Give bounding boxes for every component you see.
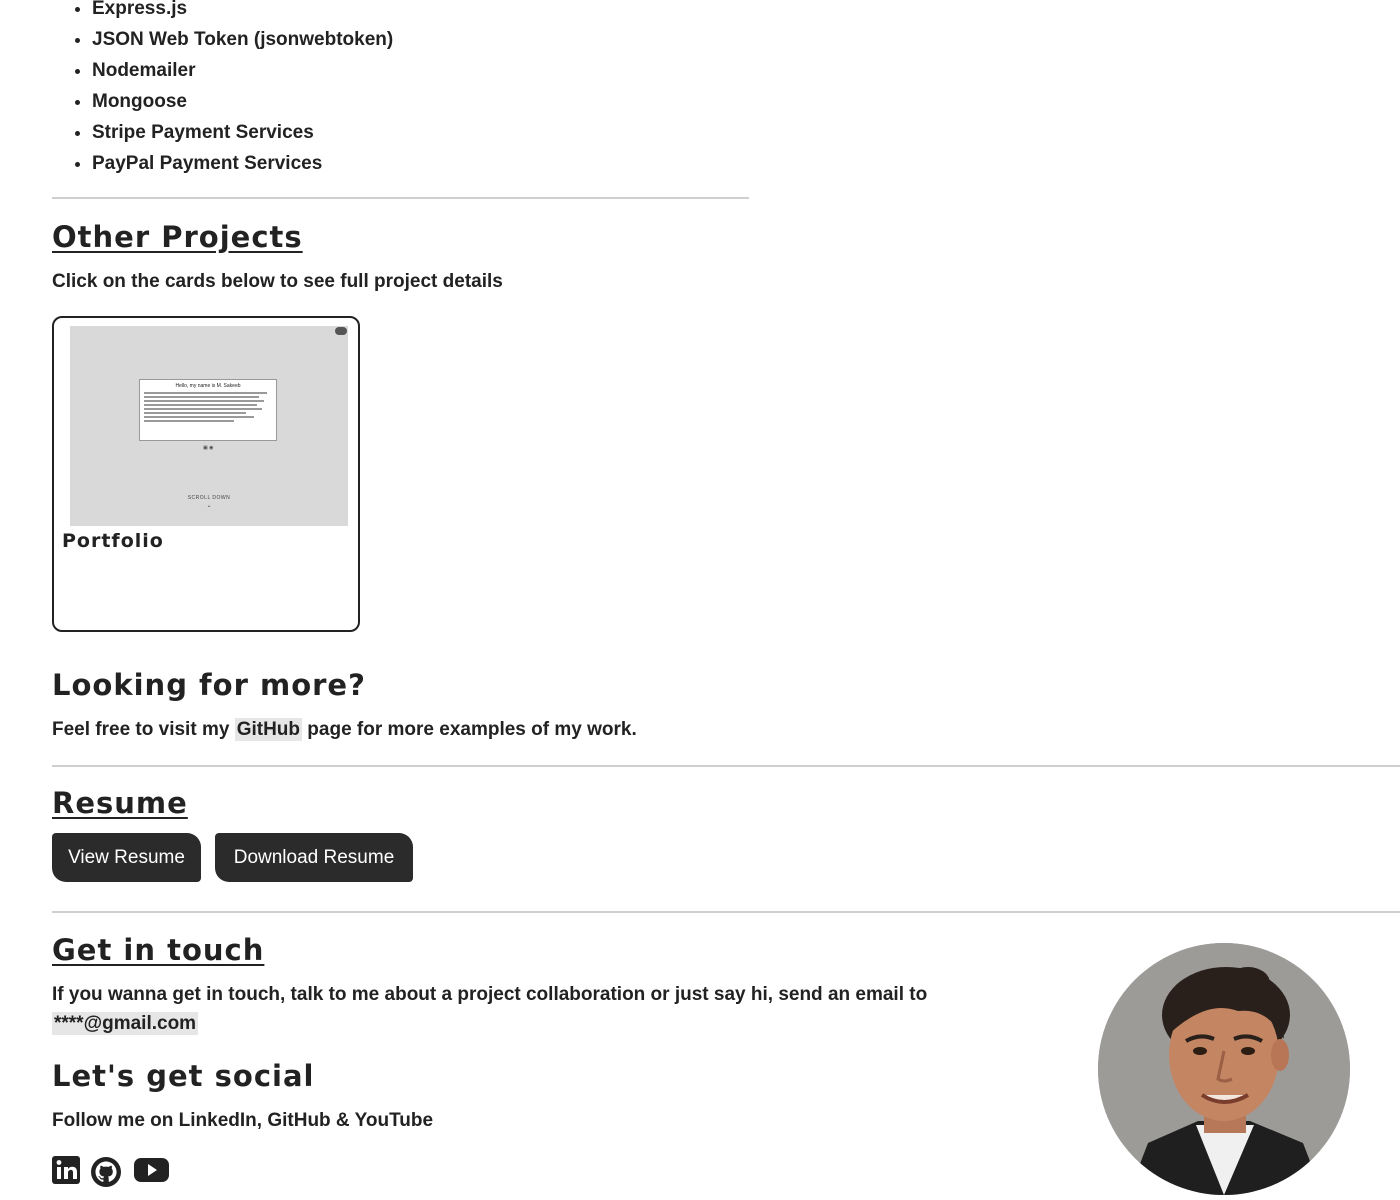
contact-heading: Get in touch <box>52 933 265 967</box>
email-link[interactable]: ****@gmail.com <box>52 1012 199 1035</box>
chevron-down-icon: ⌄ <box>206 503 212 509</box>
download-resume-button[interactable]: Download Resume <box>215 833 413 882</box>
project-card-portfolio[interactable]: Hello, my name is M. Sakeeb ▣ ◉ SCROLL D… <box>52 316 360 632</box>
social-text: Follow me on LinkedIn, GitHub & YouTube <box>52 1110 434 1131</box>
youtube-icon[interactable] <box>134 1156 169 1184</box>
linkedin-icon[interactable] <box>52 1156 80 1184</box>
more-text-before: Feel free to visit my <box>52 719 235 740</box>
other-projects-subtitle: Click on the cards below to see full pro… <box>52 271 503 292</box>
view-resume-button[interactable]: View Resume <box>52 833 201 882</box>
github-icon[interactable] <box>90 1156 122 1188</box>
list-item: JSON Web Token (jsonwebtoken) <box>92 24 393 55</box>
thumbnail-scroll-label: SCROLL DOWN <box>187 495 231 501</box>
avatar <box>1098 943 1350 1195</box>
thumbnail-social-icons: ▣ ◉ <box>203 445 214 451</box>
list-item: Stripe Payment Services <box>92 117 393 148</box>
more-text: Feel free to visit my GitHub page for mo… <box>52 718 637 741</box>
list-item: Mongoose <box>92 86 393 117</box>
other-projects-heading: Other Projects <box>52 220 303 254</box>
github-link[interactable]: GitHub <box>234 718 303 741</box>
resume-heading: Resume <box>52 786 188 820</box>
list-item: PayPal Payment Services <box>92 148 393 179</box>
section-divider <box>52 765 1400 767</box>
tech-stack-list: Express.js JSON Web Token (jsonwebtoken)… <box>52 0 393 179</box>
list-item: Nodemailer <box>92 55 393 86</box>
toggle-icon <box>335 327 347 335</box>
more-text-after: page for more examples of my work. <box>302 719 637 740</box>
social-heading: Let's get social <box>52 1059 315 1093</box>
more-heading: Looking for more? <box>52 668 366 702</box>
section-divider <box>52 911 1400 913</box>
thumbnail-greeting: Hello, my name is M. Sakeeb <box>175 383 241 389</box>
contact-text: If you wanna get in touch, talk to me ab… <box>52 984 928 1005</box>
project-card-title: Portfolio <box>62 530 164 552</box>
list-item: Express.js <box>92 0 393 24</box>
contact-email-line: ****@gmail.com <box>52 1012 199 1035</box>
page: Express.js JSON Web Token (jsonwebtoken)… <box>0 0 1400 1200</box>
section-divider <box>52 197 749 199</box>
profile-photo <box>1098 943 1350 1195</box>
project-thumbnail: Hello, my name is M. Sakeeb ▣ ◉ SCROLL D… <box>70 326 348 526</box>
thumbnail-intro-box: Hello, my name is M. Sakeeb <box>139 379 277 441</box>
